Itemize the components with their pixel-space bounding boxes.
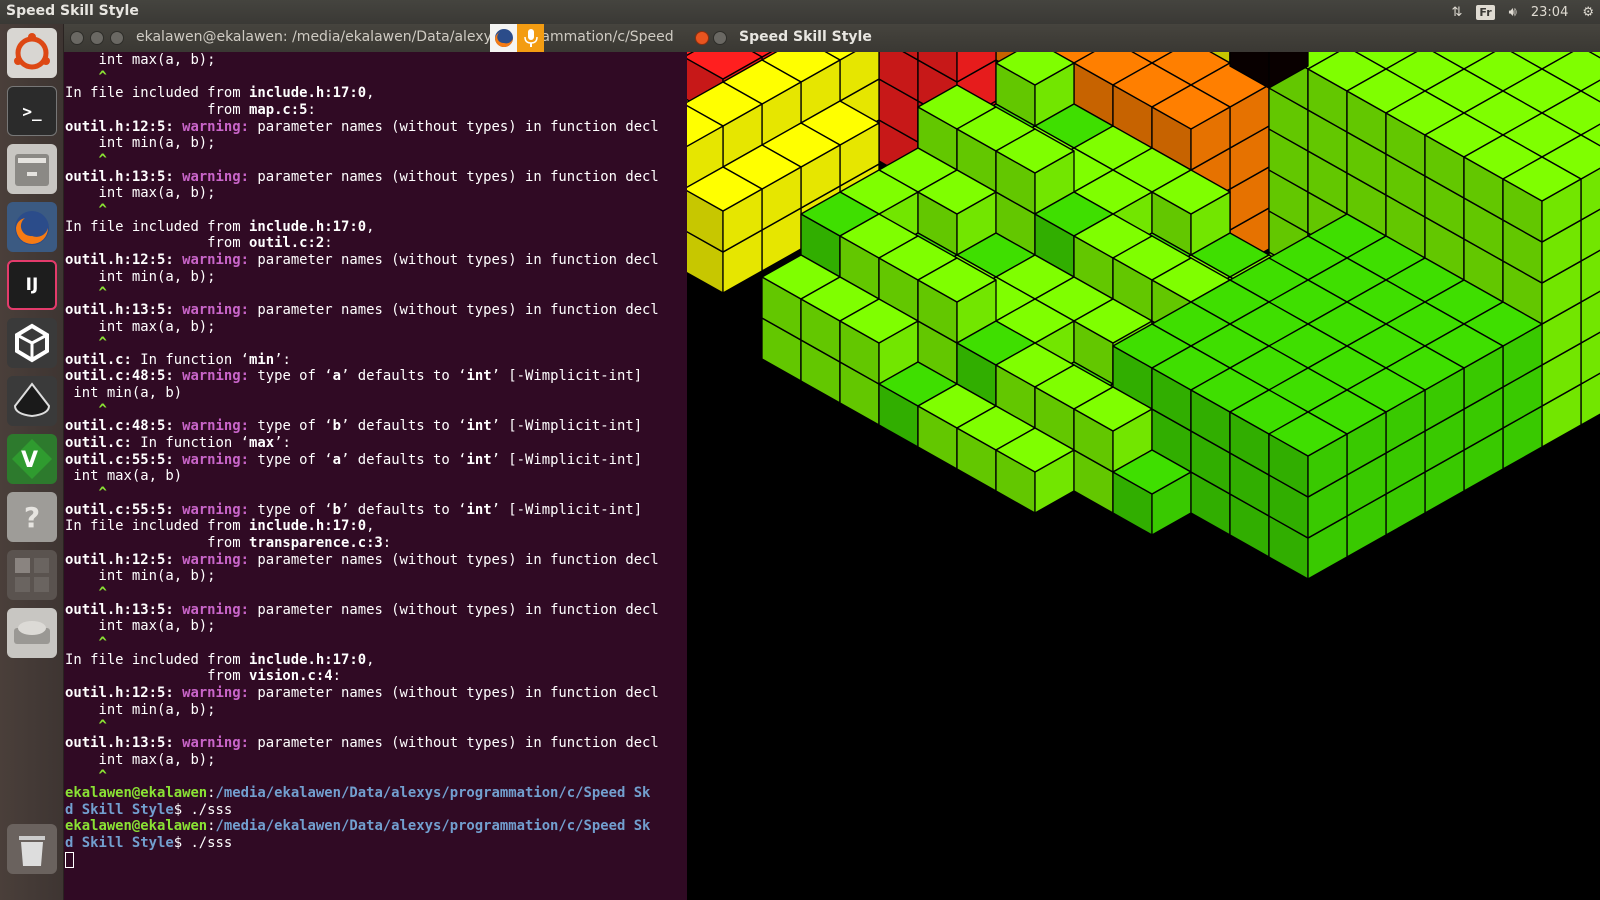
intellij-icon[interactable]: IJ [7,260,57,310]
terminal-line: ^ [65,151,107,168]
terminal-cursor [65,851,74,868]
terminal-line: int max(a, b); [65,52,216,68]
game-title: Speed Skill Style [739,29,872,45]
terminal-line: outil.c: In function ‘min’: [65,351,291,368]
terminal-line: outil.c: In function ‘max’: [65,435,291,452]
terminal-line: outil.h:12:5: warning: parameter names (… [65,251,659,268]
vim-icon[interactable]: V [7,434,57,484]
terminal-line: outil.h:13:5: warning: parameter names (… [65,168,659,185]
network-icon[interactable]: ⇅ [1452,5,1463,20]
terminal-line: outil.h:13:5: warning: parameter names (… [65,601,659,618]
firefox-icon[interactable] [7,202,57,252]
terminal-icon[interactable]: >_ [7,86,57,136]
settings-gear-icon[interactable]: ⚙ [1582,5,1594,20]
terminal-line: ^ [65,585,107,601]
terminal-line: from map.c:5: [65,101,316,118]
terminal-line: int min(a, b); [65,568,216,585]
terminal-line: In file included from include.h:17:0, [65,651,375,668]
terminal-line: ^ [65,768,107,785]
game-close-icon[interactable] [695,31,709,45]
help-icon[interactable]: ? [7,492,57,542]
terminal-line: In file included from include.h:17:0, [65,518,375,535]
terminal-line: ekalawen@ekalawen:/media/ekalawen/Data/a… [65,784,651,801]
workspace-switcher-icon[interactable] [7,550,57,600]
terminal-line: outil.c:55:5: warning: type of ‘b’ defau… [65,501,643,518]
terminal-line: outil.h:13:5: warning: parameter names (… [65,301,659,318]
minimize-icon[interactable] [90,31,104,45]
terminal-line: from vision.c:4: [65,668,341,685]
terminal-line: In file included from include.h:17:0, [65,218,375,235]
terminal-line: int max(a, b); [65,185,216,202]
terminal-line: int min(a, b); [65,268,216,285]
terminal-line: outil.h:12:5: warning: parameter names (… [65,684,659,701]
terminal-line: d Skill Style$ ./sss [65,834,233,851]
terminal-line: ekalawen@ekalawen:/media/ekalawen/Data/a… [65,818,651,835]
terminal-line: int max(a, b) [65,468,183,485]
trash-icon[interactable] [7,824,57,874]
terminal-line [64,851,687,869]
inkscape-icon[interactable] [7,376,57,426]
firefox-tray-icon[interactable] [490,24,517,52]
launcher: >_ IJ V ? [0,24,64,900]
terminal-line: ^ [65,335,107,352]
terminal-titlebar[interactable]: ekalawen@ekalawen: /media/ekalawen/Data/… [64,24,687,52]
terminal-line: d Skill Style$ ./sss [65,801,233,818]
terminal-output[interactable]: int max(a, b); ^ In file included from in… [64,52,687,900]
terminal-line: ^ [65,634,107,651]
terminal-line: int max(a, b); [65,318,216,335]
terminal-line: int min(a, b) [65,385,183,402]
unity-icon[interactable] [7,318,57,368]
terminal-line: outil.h:13:5: warning: parameter names (… [65,734,659,751]
terminal-line: int min(a, b); [65,135,216,152]
svg-text:V: V [21,448,38,473]
files-icon[interactable] [7,144,57,194]
top-panel: Speed Skill Style ⇅ Fr 🔊︎ 23:04 ⚙ [0,0,1600,24]
drive-icon[interactable] [7,608,57,658]
terminal-line: outil.c:48:5: warning: type of ‘a’ defau… [65,368,643,385]
game-titlebar[interactable]: Speed Skill Style [687,24,1600,52]
keyboard-layout-indicator[interactable]: Fr [1476,4,1495,20]
terminal-line: ^ [65,401,107,418]
terminal-line: outil.c:48:5: warning: type of ‘b’ defau… [65,418,643,435]
terminal-title: ekalawen@ekalawen: /media/ekalawen/Data/… [136,29,674,45]
indicator-area: ⇅ Fr 🔊︎ 23:04 ⚙ [1452,0,1594,24]
ubuntu-dash-icon[interactable] [7,28,57,78]
game-viewport[interactable]: G&ь8ПЗ7Ө8ь5Ш3ПЮЭЬК8ӨБК6795Б8ЬЙК5ЭЦ3УЮ%Ж3… [687,52,1600,900]
game-minimize-icon[interactable] [713,31,727,45]
terminal-line: from transparence.c:3: [65,535,392,552]
terminal-line: ^ [65,485,107,502]
terminal-line: outil.h:12:5: warning: parameter names (… [65,551,659,568]
maximize-icon[interactable] [110,31,124,45]
active-app-title: Speed Skill Style [6,3,139,19]
tray-overlay [490,24,544,52]
microphone-icon[interactable] [517,24,544,52]
terminal-line: ^ [65,285,107,302]
close-icon[interactable] [70,31,84,45]
game-window[interactable]: Speed Skill Style G&ь8ПЗ7Ө8ь5Ш3ПЮЭЬК8ӨБК… [687,24,1600,900]
isometric-cube-scene [687,52,1600,580]
terminal-window[interactable]: ekalawen@ekalawen: /media/ekalawen/Data/… [64,24,687,900]
volume-icon[interactable]: 🔊︎ [1509,5,1517,20]
terminal-line: In file included from include.h:17:0, [65,85,375,102]
terminal-line: int max(a, b); [65,751,216,768]
terminal-line: int max(a, b); [65,618,216,635]
terminal-line: ^ [65,201,107,218]
clock[interactable]: 23:04 [1531,5,1568,20]
terminal-line: outil.c:55:5: warning: type of ‘a’ defau… [65,451,643,468]
terminal-line: int min(a, b); [65,701,216,718]
terminal-line: ^ [65,68,107,85]
terminal-line: outil.h:12:5: warning: parameter names (… [65,118,659,135]
terminal-line: from outil.c:2: [65,235,333,252]
terminal-line: ^ [65,718,107,735]
